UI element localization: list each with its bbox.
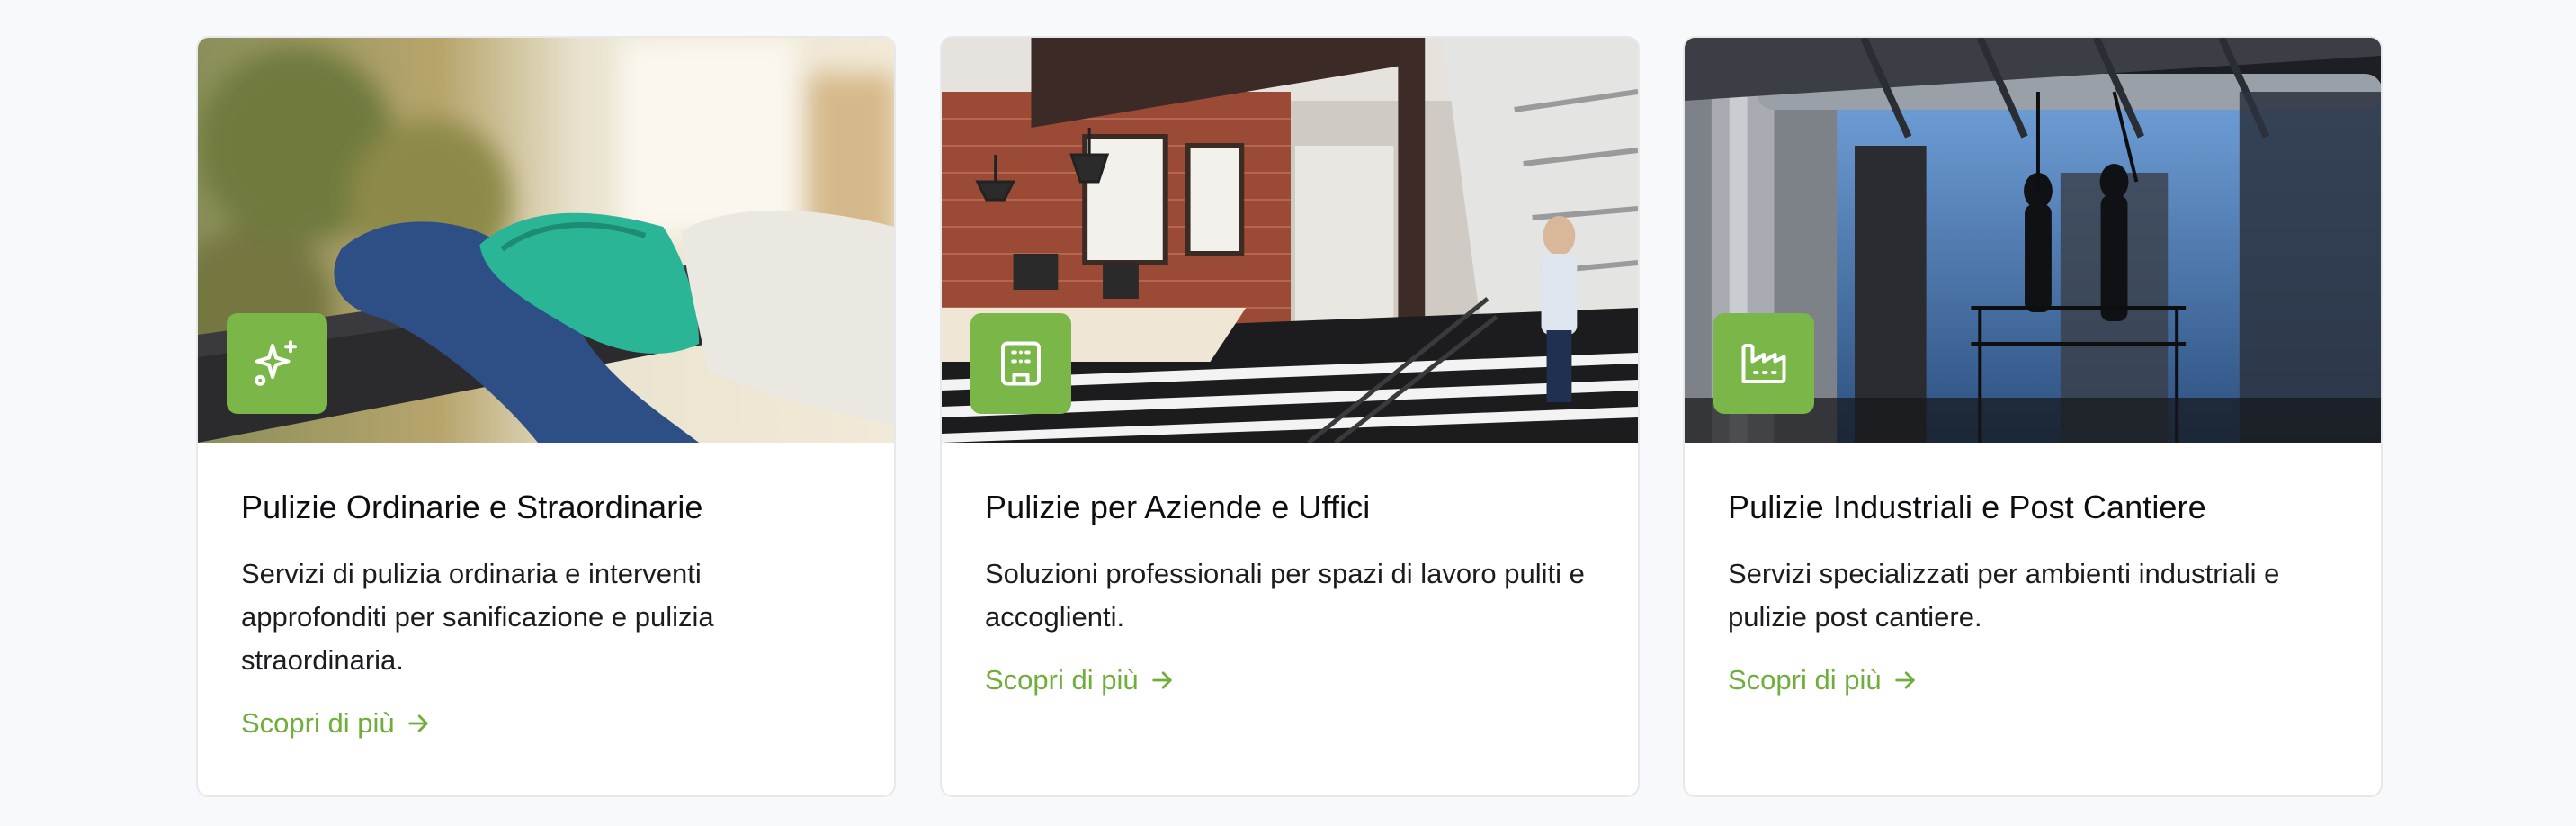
service-icon-badge (970, 313, 1071, 414)
service-card-ordinary-cleaning: Pulizie Ordinarie e Straordinarie Serviz… (196, 36, 896, 797)
service-icon-badge (1713, 313, 1814, 414)
learn-more-link[interactable]: Scopri di più (1728, 664, 1918, 696)
service-image (942, 38, 1638, 443)
card-description: Servizi di pulizia ordinaria e intervent… (241, 558, 714, 676)
card-description: Soluzioni professionali per spazi di lav… (985, 558, 1585, 633)
service-image (1685, 38, 2381, 443)
card-description: Servizi specializzati per ambienti indus… (1728, 558, 2280, 633)
factory-icon (1741, 344, 1786, 383)
service-card-industrial-cleaning: Pulizie Industriali e Post Cantiere Serv… (1683, 36, 2383, 797)
sparkles-icon (255, 340, 297, 386)
learn-more-link[interactable]: Scopri di più (985, 664, 1175, 696)
arrow-right-icon (1894, 671, 1915, 689)
learn-more-label: Scopri di più (241, 707, 395, 739)
learn-more-label: Scopri di più (985, 664, 1139, 696)
services-grid: Pulizie Ordinarie e Straordinarie Serviz… (0, 0, 2576, 826)
arrow-right-icon (1151, 671, 1172, 689)
service-card-office-cleaning: Pulizie per Aziende e Uffici Soluzioni p… (940, 36, 1640, 797)
learn-more-link[interactable]: Scopri di più (241, 707, 431, 740)
service-image (198, 38, 894, 443)
card-title: Pulizie Ordinarie e Straordinarie (241, 489, 703, 525)
building-icon (1001, 341, 1041, 386)
service-icon-badge (227, 313, 327, 414)
card-title: Pulizie per Aziende e Uffici (985, 489, 1371, 525)
arrow-right-icon (407, 714, 428, 732)
learn-more-label: Scopri di più (1728, 664, 1882, 696)
card-title: Pulizie Industriali e Post Cantiere (1728, 489, 2206, 525)
